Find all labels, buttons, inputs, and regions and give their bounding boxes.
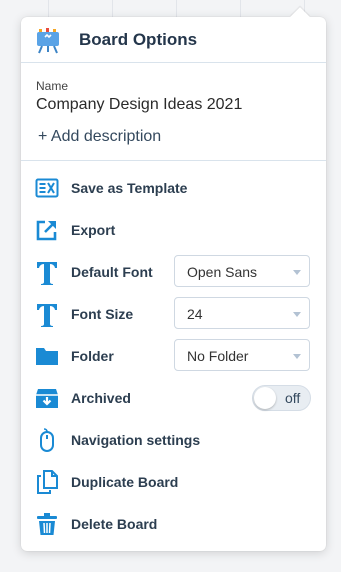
add-description-link[interactable]: + Add description — [38, 128, 161, 146]
save-as-template-label: Save as Template — [71, 180, 188, 196]
export-button[interactable]: Export — [21, 213, 326, 247]
panel-title: Board Options — [79, 30, 198, 49]
archived-toggle-state: off — [285, 390, 301, 406]
export-icon — [36, 220, 57, 241]
template-icon — [35, 178, 59, 198]
name-label: Name — [36, 79, 69, 93]
header-divider — [21, 62, 326, 63]
chevron-down-icon — [293, 312, 301, 317]
toggle-knob — [254, 387, 276, 409]
delete-board-label: Delete Board — [71, 516, 158, 532]
chevron-down-icon — [293, 270, 301, 275]
archive-box-icon — [36, 389, 58, 408]
default-font-row: Default Font Open Sans — [21, 255, 326, 289]
board-name-field[interactable]: Company Design Ideas 2021 — [36, 96, 242, 114]
section-divider — [21, 160, 326, 161]
font-t-icon — [37, 304, 57, 327]
duplicate-icon — [37, 470, 58, 494]
duplicate-board-label: Duplicate Board — [71, 474, 179, 490]
export-label: Export — [71, 222, 116, 238]
board-options-panel: Board Options Name Company Design Ideas … — [21, 7, 326, 551]
board-easel-icon — [37, 28, 59, 54]
folder-row: Folder No Folder — [21, 339, 326, 373]
navigation-settings-button[interactable]: Navigation settings — [21, 423, 326, 457]
folder-value: No Folder — [187, 348, 249, 364]
folder-icon — [36, 348, 58, 365]
font-size-row: Font Size 24 — [21, 297, 326, 331]
folder-label: Folder — [71, 348, 114, 364]
font-size-select[interactable]: 24 — [174, 297, 310, 329]
font-size-value: 24 — [187, 306, 203, 322]
delete-board-button[interactable]: Delete Board — [21, 507, 326, 541]
folder-select[interactable]: No Folder — [174, 339, 310, 371]
default-font-select[interactable]: Open Sans — [174, 255, 310, 287]
font-t-icon — [37, 262, 57, 285]
trash-icon — [37, 513, 57, 535]
navigation-settings-label: Navigation settings — [71, 432, 201, 448]
default-font-value: Open Sans — [187, 264, 258, 280]
archived-label: Archived — [71, 390, 131, 406]
duplicate-board-button[interactable]: Duplicate Board — [21, 465, 326, 499]
mouse-icon — [40, 428, 54, 452]
default-font-label: Default Font — [71, 264, 153, 280]
panel-header: Board Options — [21, 17, 326, 62]
save-as-template-button[interactable]: Save as Template — [21, 171, 326, 205]
archived-toggle[interactable]: off — [252, 385, 311, 411]
font-size-label: Font Size — [71, 306, 134, 322]
chevron-down-icon — [293, 354, 301, 359]
archived-row: Archived off — [21, 381, 326, 415]
